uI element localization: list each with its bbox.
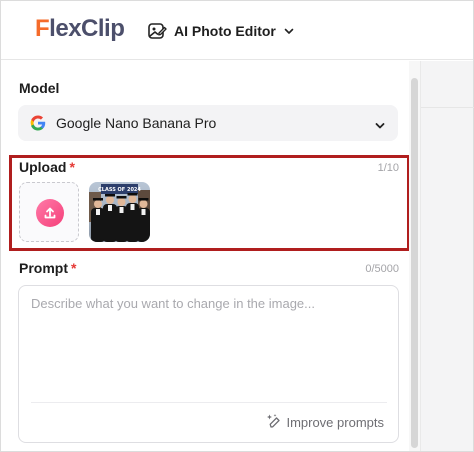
prompt-label-text: Prompt [19,260,68,276]
logo-text-clip: Clip [81,15,125,42]
required-mark: * [71,260,77,276]
panel-scrollbar-thumb[interactable] [411,78,418,448]
prompt-label: Prompt * [19,260,76,276]
prompt-divider [31,402,387,403]
prompt-box: Improve prompts [18,285,399,443]
prompt-input[interactable] [31,296,386,396]
prompt-counter: 0/5000 [365,263,399,275]
tool-switcher-button[interactable]: AI Photo Editor [147,17,295,45]
image-edit-icon [147,21,167,41]
top-header: Flex Clip AI Photo Editor [1,1,473,60]
canvas-area [420,61,474,451]
tool-name-label: AI Photo Editor [174,23,276,39]
canvas-divider [421,107,474,108]
improve-prompts-label: Improve prompts [286,415,384,430]
improve-prompts-button[interactable]: Improve prompts [266,413,384,432]
logo-letter-f: F [35,15,50,42]
selected-model-name: Google Nano Banana Pro [56,115,217,131]
logo-text-lex: lex [49,15,82,42]
flexclip-logo[interactable]: Flex Clip [35,14,125,44]
model-select[interactable]: Google Nano Banana Pro [18,105,398,141]
chevron-down-icon [283,25,295,37]
model-label: Model [19,80,60,96]
google-g-icon [30,115,46,136]
sparkle-pen-icon [266,413,282,432]
chevron-down-icon [374,118,386,136]
upload-section-highlight [9,155,410,251]
